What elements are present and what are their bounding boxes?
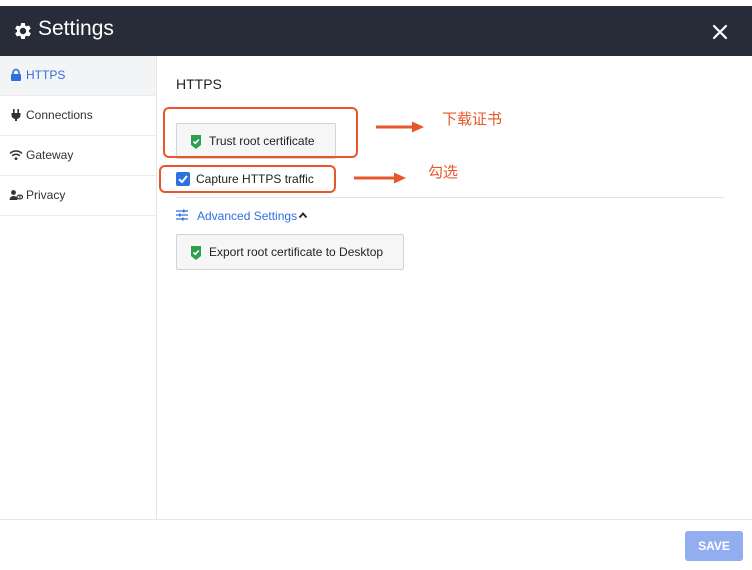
annotation-box-check (159, 165, 336, 193)
close-icon[interactable] (706, 18, 734, 46)
sidebar-item-https[interactable]: HTTPS (0, 56, 156, 96)
plug-icon (11, 109, 21, 121)
wifi-icon (9, 150, 23, 160)
sidebar-item-label: Privacy (26, 188, 66, 202)
window-title: Settings (38, 17, 114, 40)
divider (176, 197, 724, 198)
sliders-icon (176, 209, 188, 221)
annotation-arrow-icon (376, 121, 424, 133)
annotation-box-download (163, 107, 358, 158)
annotation-download-text: 下载证书 (442, 110, 503, 128)
annotation-arrow-icon (354, 172, 406, 184)
panel-title: HTTPS (176, 76, 222, 92)
user-eye-icon (9, 190, 23, 200)
lock-icon (11, 68, 21, 81)
export-button-label: Export root certificate to Desktop (209, 245, 384, 259)
advanced-settings-label: Advanced Settings (197, 209, 298, 223)
sidebar-item-label: HTTPS (26, 68, 66, 82)
save-button[interactable]: SAVE (685, 531, 743, 561)
export-root-certificate-button[interactable]: Export root certificate to Desktop (176, 234, 404, 270)
title-bar: Settings (0, 6, 752, 56)
sidebar-item-connections[interactable]: Connections (0, 96, 156, 136)
gear-icon (15, 23, 31, 39)
sidebar-item-privacy[interactable]: Privacy (0, 176, 156, 216)
certificate-icon (191, 246, 201, 260)
sidebar-item-label: Gateway (26, 148, 74, 162)
footer-divider (0, 519, 752, 520)
sidebar: HTTPS Connections Gateway Privacy (0, 56, 157, 519)
sidebar-item-label: Connections (26, 108, 93, 122)
chevron-up-icon (298, 212, 308, 219)
annotation-check-text: 勾选 (428, 163, 459, 181)
sidebar-item-gateway[interactable]: Gateway (0, 136, 156, 176)
